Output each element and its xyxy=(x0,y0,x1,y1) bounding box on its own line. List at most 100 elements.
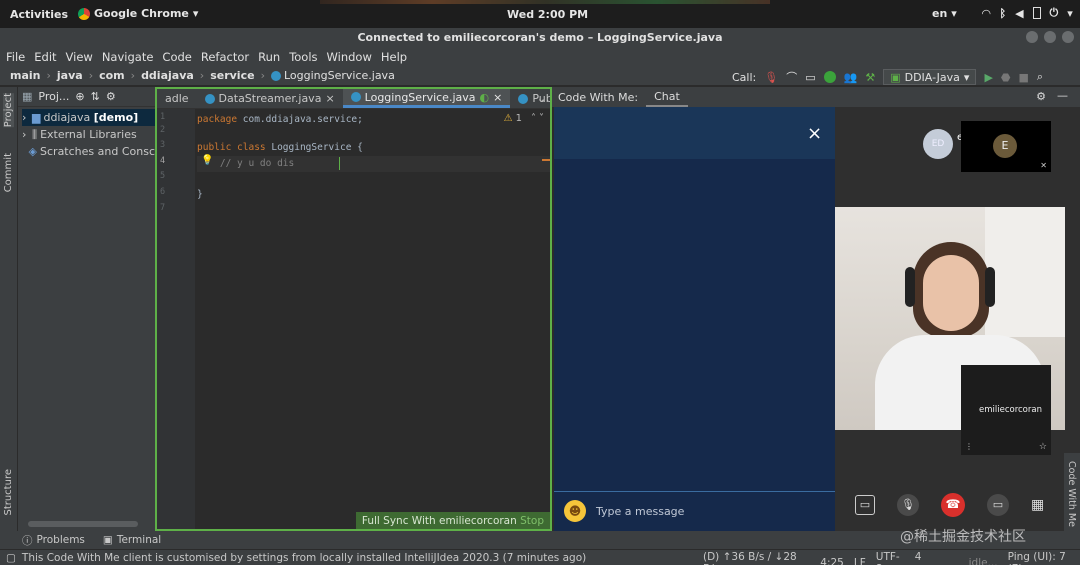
horizontal-scrollbar[interactable] xyxy=(28,521,138,527)
app-menu[interactable]: Google Chrome ▾ xyxy=(78,7,198,20)
system-tray[interactable]: ◠ ᛒ ◀ ⏻ ▾ xyxy=(982,6,1073,20)
menu-refactor[interactable]: Refactor xyxy=(201,50,249,64)
line-gutter: 1 2 3 4 5 6 7 xyxy=(157,109,195,529)
video-headset-right xyxy=(985,267,995,307)
run-config-select[interactable]: ▣ DDIA-Java ▾ xyxy=(883,69,977,85)
mic-muted-icon: ✕ xyxy=(1040,161,1047,170)
menu-file[interactable]: File xyxy=(6,50,25,64)
tree-item-ddiajava[interactable]: › ▆ ddiajava [demo] xyxy=(22,109,155,126)
code-text: com.ddiajava.service; xyxy=(237,114,363,125)
language-menu[interactable]: en ▾ xyxy=(932,7,957,20)
line-ending[interactable]: LF xyxy=(854,557,866,565)
pin-icon[interactable]: ☆ xyxy=(1039,442,1047,452)
close-icon[interactable]: × xyxy=(325,92,334,105)
mic-muted-icon[interactable]: 🎙 xyxy=(764,71,778,84)
clock[interactable]: Wed 2:00 PM xyxy=(507,8,588,21)
watermark: @稀土掘金技术社区 xyxy=(900,529,1026,545)
terminal-tool-tab[interactable]: ▣ Terminal xyxy=(103,534,161,546)
maximize-button[interactable] xyxy=(1044,31,1056,43)
message-input[interactable]: Type a message xyxy=(596,505,684,518)
avatar: E xyxy=(993,134,1017,158)
indent-setting[interactable]: 4 spaces xyxy=(915,551,959,565)
line-number: 6 xyxy=(160,186,166,197)
code-with-me-icon[interactable] xyxy=(823,71,836,83)
tree-item-external-libraries[interactable]: › ⫼ External Libraries xyxy=(22,126,155,143)
menu-view[interactable]: View xyxy=(66,50,93,64)
project-tool-tab[interactable]: Project xyxy=(3,93,14,128)
inspection-widget[interactable]: ⚠ 1 ˄ ˅ xyxy=(504,113,544,124)
users-icon[interactable]: 👥 xyxy=(844,71,858,84)
collapse-icon[interactable]: ⇅ xyxy=(91,90,100,103)
debug-icon[interactable]: ⬣ xyxy=(1001,71,1011,84)
tabs-dropdown-icon[interactable]: ⌄ xyxy=(537,92,546,105)
tab-loggingservice[interactable]: LoggingService.java ◐ × xyxy=(342,89,511,108)
mic-muted-icon[interactable]: 🎙 xyxy=(897,494,919,516)
top-bar-glow xyxy=(320,0,770,4)
grid-layout-icon[interactable]: ▦ xyxy=(1031,497,1044,513)
camera-off-icon[interactable]: ▭ xyxy=(987,494,1009,516)
emoji-icon[interactable]: ☻ xyxy=(564,500,586,522)
project-title[interactable]: Proj... xyxy=(38,90,69,103)
problems-tool-tab[interactable]: ⓘ Problems xyxy=(22,533,85,548)
wifi-icon: ◠ xyxy=(982,6,991,20)
caret-position[interactable]: 4:25 xyxy=(820,557,844,565)
chevron-down-icon[interactable]: ˅ xyxy=(539,113,544,124)
commit-tool-tab[interactable]: Commit xyxy=(3,153,14,192)
activities-button[interactable]: Activities xyxy=(10,8,68,21)
minimize-panel-icon[interactable]: — xyxy=(1057,89,1068,102)
chat-toggle-icon[interactable]: ▭ xyxy=(855,495,875,515)
code-with-me-tool-tab[interactable]: Code With Me xyxy=(1066,461,1077,527)
menu-edit[interactable]: Edit xyxy=(34,50,56,64)
status-panel-icon[interactable]: ▢ xyxy=(6,552,16,564)
breadcrumb-service[interactable]: service xyxy=(210,69,254,82)
settings-gear-icon[interactable]: ⚙ xyxy=(106,90,116,103)
status-message[interactable]: This Code With Me client is customised b… xyxy=(22,552,586,564)
tree-item-scratches[interactable]: ◈ Scratches and Consc xyxy=(22,143,155,160)
settings-gear-icon[interactable]: ⚙ xyxy=(1036,90,1046,103)
tab-label: DataStreamer.java xyxy=(218,92,322,105)
search-icon[interactable]: ⌕ xyxy=(1037,70,1043,84)
menu-help[interactable]: Help xyxy=(381,50,407,64)
breadcrumb-com[interactable]: com xyxy=(99,69,125,82)
self-video-label: emiliecorcoran xyxy=(979,405,1042,415)
code-comment: // y u do dis xyxy=(197,157,295,169)
breadcrumb-main[interactable]: main xyxy=(10,69,41,82)
stop-icon[interactable]: ■ xyxy=(1019,71,1029,84)
menu-window[interactable]: Window xyxy=(327,50,372,64)
close-button[interactable] xyxy=(1062,31,1074,43)
bluetooth-icon: ᛒ xyxy=(999,6,1007,20)
menu-run[interactable]: Run xyxy=(258,50,280,64)
project-panel-header: ▦ Proj... ⊕ ⇅ ⚙ xyxy=(18,87,155,107)
breadcrumb-java[interactable]: java xyxy=(57,69,83,82)
file-encoding[interactable]: UTF-8 xyxy=(876,551,905,565)
chevron-up-icon[interactable]: ˄ xyxy=(531,113,536,124)
warning-icon: ⚠ xyxy=(503,113,513,124)
folder-icon: ▦ xyxy=(22,90,33,103)
chevron-down-icon: ▾ xyxy=(963,70,970,84)
breadcrumb-ddiajava[interactable]: ddiajava xyxy=(141,69,194,82)
hangup-icon[interactable]: ⌒ xyxy=(786,69,797,85)
tab-chat[interactable]: Chat xyxy=(646,87,688,107)
locate-icon[interactable]: ⊕ xyxy=(75,90,84,103)
hangup-button[interactable]: ☎ xyxy=(941,493,965,517)
terminal-label: Terminal xyxy=(116,534,162,546)
breadcrumb-file[interactable]: LoggingService.java xyxy=(284,69,395,82)
menu-code[interactable]: Code xyxy=(162,50,191,64)
sync-stop-link[interactable]: Stop xyxy=(520,515,544,527)
close-icon[interactable]: × xyxy=(493,91,502,104)
camera-icon[interactable]: ▭ xyxy=(805,71,815,84)
self-video-tile[interactable]: emiliecorcoran ⋮ ☆ xyxy=(961,365,1051,455)
structure-tool-tab[interactable]: Structure xyxy=(3,469,14,516)
close-icon[interactable]: × xyxy=(807,123,822,144)
code-content[interactable]: package com.ddiajava.service; public cla… xyxy=(197,109,550,218)
minimize-button[interactable] xyxy=(1026,31,1038,43)
run-icon[interactable]: ▶ xyxy=(984,71,992,84)
library-icon: ⫼ xyxy=(32,127,38,141)
more-options-icon[interactable]: ⋮ xyxy=(965,442,973,451)
tab-datastreamer[interactable]: DataStreamer.java × xyxy=(197,89,343,108)
mini-video-tile[interactable]: E ✕ xyxy=(961,121,1051,172)
menu-navigate[interactable]: Navigate xyxy=(102,50,154,64)
build-hammer-icon[interactable]: ⚒ xyxy=(865,71,875,84)
menu-tools[interactable]: Tools xyxy=(289,50,317,64)
tab-handle[interactable]: adle xyxy=(157,89,197,108)
